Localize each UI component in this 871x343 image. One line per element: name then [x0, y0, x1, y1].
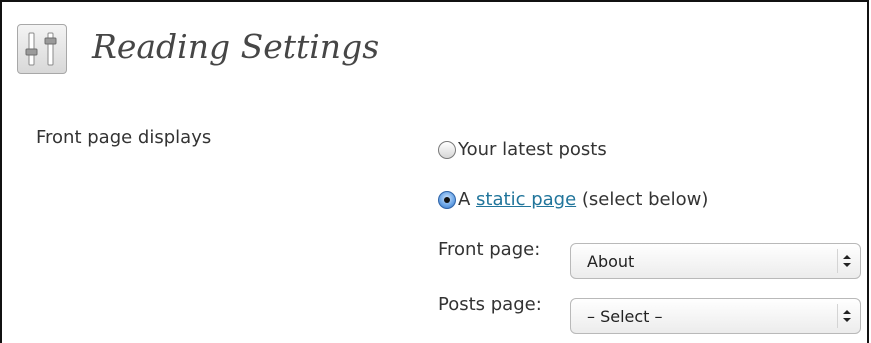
page-title: Reading Settings — [92, 27, 380, 66]
posts-page-select[interactable]: – Select – — [570, 298, 861, 334]
static-page-link[interactable]: static page — [476, 189, 576, 210]
radio-label-latest-posts: Your latest posts — [458, 139, 607, 160]
front-page-select[interactable]: About — [570, 243, 861, 279]
front-page-label: Front page: — [438, 239, 541, 260]
settings-sliders-icon — [17, 24, 67, 74]
radio-static-page[interactable]: A static page (select below) — [438, 189, 708, 210]
radio-label-static-page: A static page (select below) — [458, 189, 708, 210]
radio-latest-posts[interactable]: Your latest posts — [438, 139, 607, 160]
posts-page-label: Posts page: — [438, 294, 542, 315]
front-page-displays-label: Front page displays — [36, 127, 212, 148]
select-arrows-icon — [837, 249, 856, 273]
radio-button-checked[interactable] — [438, 190, 456, 209]
select-arrows-icon — [837, 304, 856, 328]
radio-button-unchecked[interactable] — [438, 140, 456, 159]
radio-label-suffix: (select below) — [576, 189, 709, 210]
radio-dot-icon — [444, 196, 450, 203]
radio-label-prefix: A — [458, 189, 477, 210]
front-page-selected-value: About — [587, 252, 635, 271]
posts-page-selected-value: – Select – — [587, 307, 663, 326]
